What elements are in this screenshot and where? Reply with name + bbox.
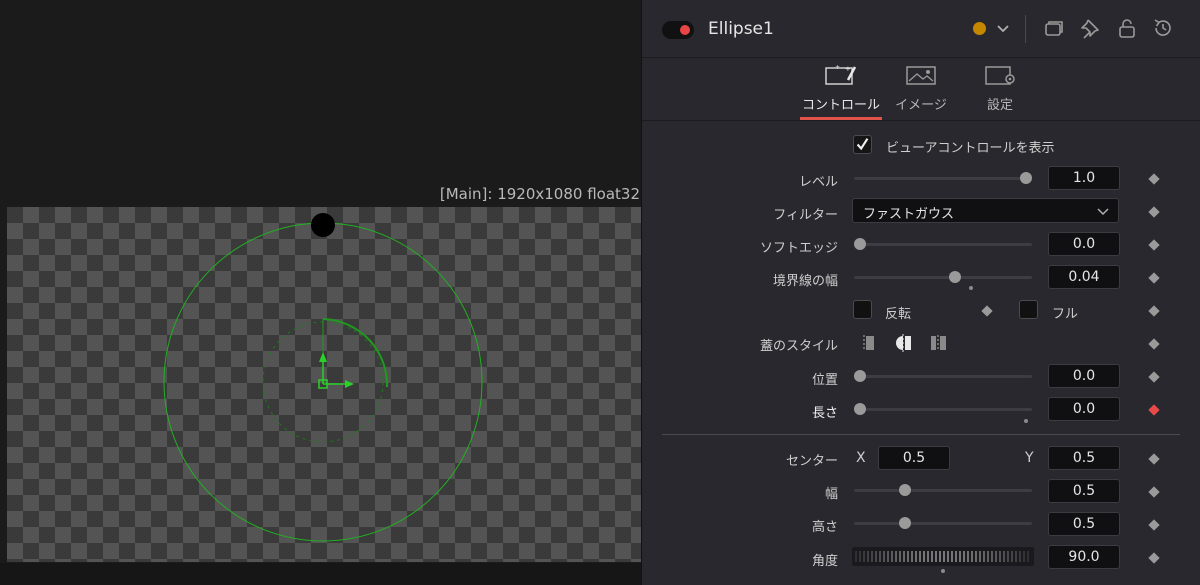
ellipse-top-handle[interactable] — [311, 213, 335, 237]
cap-butt-icon[interactable] — [860, 333, 880, 353]
soft-edge-slider-track[interactable] — [854, 243, 1032, 246]
position-slider-knob[interactable] — [854, 370, 866, 382]
soft-edge-label: ソフトエッジ — [759, 241, 838, 256]
viewer-canvas[interactable] — [7, 207, 641, 562]
node-enable-toggle[interactable] — [662, 21, 694, 39]
height-slider-knob[interactable] — [898, 517, 911, 529]
show-view-controls-checkbox[interactable] — [853, 135, 872, 154]
level-slider-knob[interactable] — [1020, 172, 1032, 184]
chevron-down-icon[interactable] — [991, 16, 1015, 40]
angle-default-marker — [941, 569, 945, 573]
length-slider-track[interactable] — [854, 408, 1032, 411]
height-label: 高さ — [811, 520, 838, 535]
level-input[interactable]: 1.0 — [1048, 166, 1120, 190]
length-input[interactable]: 0.0 — [1048, 397, 1120, 421]
ellipse-overlay[interactable] — [7, 207, 641, 562]
soft-edge-keyframe-button[interactable] — [1148, 239, 1160, 251]
filter-selected-value: ファストガウス — [863, 207, 955, 222]
invert-checkbox[interactable] — [853, 300, 872, 319]
tab-settings-label: 設定 — [986, 98, 1013, 113]
length-default-marker — [1024, 419, 1028, 423]
inspector-panel: Ellipse1 + + コントロール イメージ 設定 ビューアコントロールを表… — [641, 0, 1200, 585]
viewer-image-info: [Main]: 1920x1080 float32 — [439, 185, 640, 203]
length-label: 長さ — [811, 406, 838, 421]
border-width-label: 境界線の幅 — [772, 274, 838, 289]
length-slider-knob[interactable] — [854, 403, 866, 415]
tab-controls-label: コントロール — [801, 98, 880, 113]
center-crosshair-handle[interactable] — [318, 352, 354, 389]
node-color-dot[interactable] — [973, 22, 986, 35]
lock-icon[interactable] — [1115, 16, 1139, 40]
svg-text:+: + — [835, 64, 840, 71]
position-keyframe-button[interactable] — [1148, 371, 1160, 383]
solid-checkbox[interactable] — [1019, 300, 1038, 319]
svg-text:+: + — [845, 65, 851, 73]
tab-settings[interactable]: 設定 — [967, 57, 1033, 120]
tab-image-label: イメージ — [895, 98, 947, 113]
position-input[interactable]: 0.0 — [1048, 364, 1120, 388]
controls-icon: + + — [824, 63, 858, 87]
inspector-header: Ellipse1 — [642, 0, 1200, 58]
angle-thumbwheel[interactable] — [852, 547, 1034, 566]
center-y-label: Y — [1025, 450, 1034, 466]
active-tab-indicator — [800, 117, 882, 120]
border-width-input[interactable]: 0.04 — [1048, 265, 1120, 289]
center-keyframe-button[interactable] — [1148, 453, 1160, 465]
center-label: センター — [785, 454, 838, 469]
node-name: Ellipse1 — [708, 19, 774, 39]
width-keyframe-button[interactable] — [1148, 486, 1160, 498]
invert-label: 反転 — [885, 307, 912, 322]
chevron-down-icon — [1097, 208, 1109, 216]
invert-keyframe-button[interactable] — [981, 305, 993, 317]
width-slider-track[interactable] — [854, 489, 1032, 492]
viewer-panel[interactable]: [Main]: 1920x1080 float32 — [0, 0, 641, 585]
cap-square-icon[interactable] — [929, 333, 949, 353]
header-divider — [1025, 15, 1026, 43]
height-slider-track[interactable] — [854, 522, 1032, 525]
angle-label: 角度 — [811, 554, 838, 569]
height-keyframe-button[interactable] — [1148, 519, 1160, 531]
width-label: 幅 — [824, 487, 838, 502]
viewer-status-strip — [0, 563, 641, 585]
image-icon — [904, 63, 938, 87]
angle-input[interactable]: 90.0 — [1048, 545, 1120, 569]
filter-keyframe-button[interactable] — [1148, 206, 1160, 218]
center-y-input[interactable]: 0.5 — [1048, 446, 1120, 470]
angle-keyframe-button[interactable] — [1148, 552, 1160, 564]
cap-style-label: 蓋のスタイル — [759, 339, 838, 354]
border-width-keyframe-button[interactable] — [1148, 272, 1160, 284]
border-width-slider-track[interactable] — [854, 276, 1032, 279]
width-input[interactable]: 0.5 — [1048, 479, 1120, 503]
reset-icon[interactable] — [1151, 16, 1175, 40]
level-keyframe-button[interactable] — [1148, 173, 1160, 185]
soft-edge-input[interactable]: 0.0 — [1048, 232, 1120, 256]
inspector-tabs: + + コントロール イメージ 設定 — [642, 57, 1200, 121]
filter-dropdown[interactable]: ファストガウス — [852, 198, 1119, 223]
section-divider — [662, 434, 1180, 435]
settings-icon — [983, 63, 1017, 87]
show-view-controls-label: ビューアコントロールを表示 — [886, 141, 1055, 156]
soft-edge-slider-knob[interactable] — [854, 238, 866, 250]
angle-arc-handle[interactable] — [322, 318, 389, 388]
tab-controls[interactable]: + + コントロール — [800, 57, 882, 120]
position-label: 位置 — [811, 373, 838, 388]
cap-style-keyframe-button[interactable] — [1148, 338, 1160, 350]
border-width-default-marker — [969, 286, 973, 290]
level-label: レベル — [798, 175, 838, 190]
position-slider-track[interactable] — [854, 375, 1032, 378]
cap-round-icon[interactable] — [893, 333, 913, 353]
tab-image[interactable]: イメージ — [888, 57, 954, 120]
border-width-slider-knob[interactable] — [948, 271, 961, 283]
versions-icon[interactable] — [1042, 16, 1066, 40]
solid-label: フル — [1052, 307, 1079, 322]
solid-keyframe-button[interactable] — [1148, 305, 1160, 317]
level-slider-track[interactable] — [854, 177, 1032, 180]
height-input[interactable]: 0.5 — [1048, 512, 1120, 536]
width-slider-knob[interactable] — [898, 484, 911, 496]
filter-label: フィルター — [773, 208, 838, 223]
center-x-input[interactable]: 0.5 — [878, 446, 950, 470]
center-x-label: X — [856, 450, 866, 466]
pin-icon[interactable] — [1078, 16, 1102, 40]
length-keyframe-button[interactable] — [1148, 404, 1160, 416]
